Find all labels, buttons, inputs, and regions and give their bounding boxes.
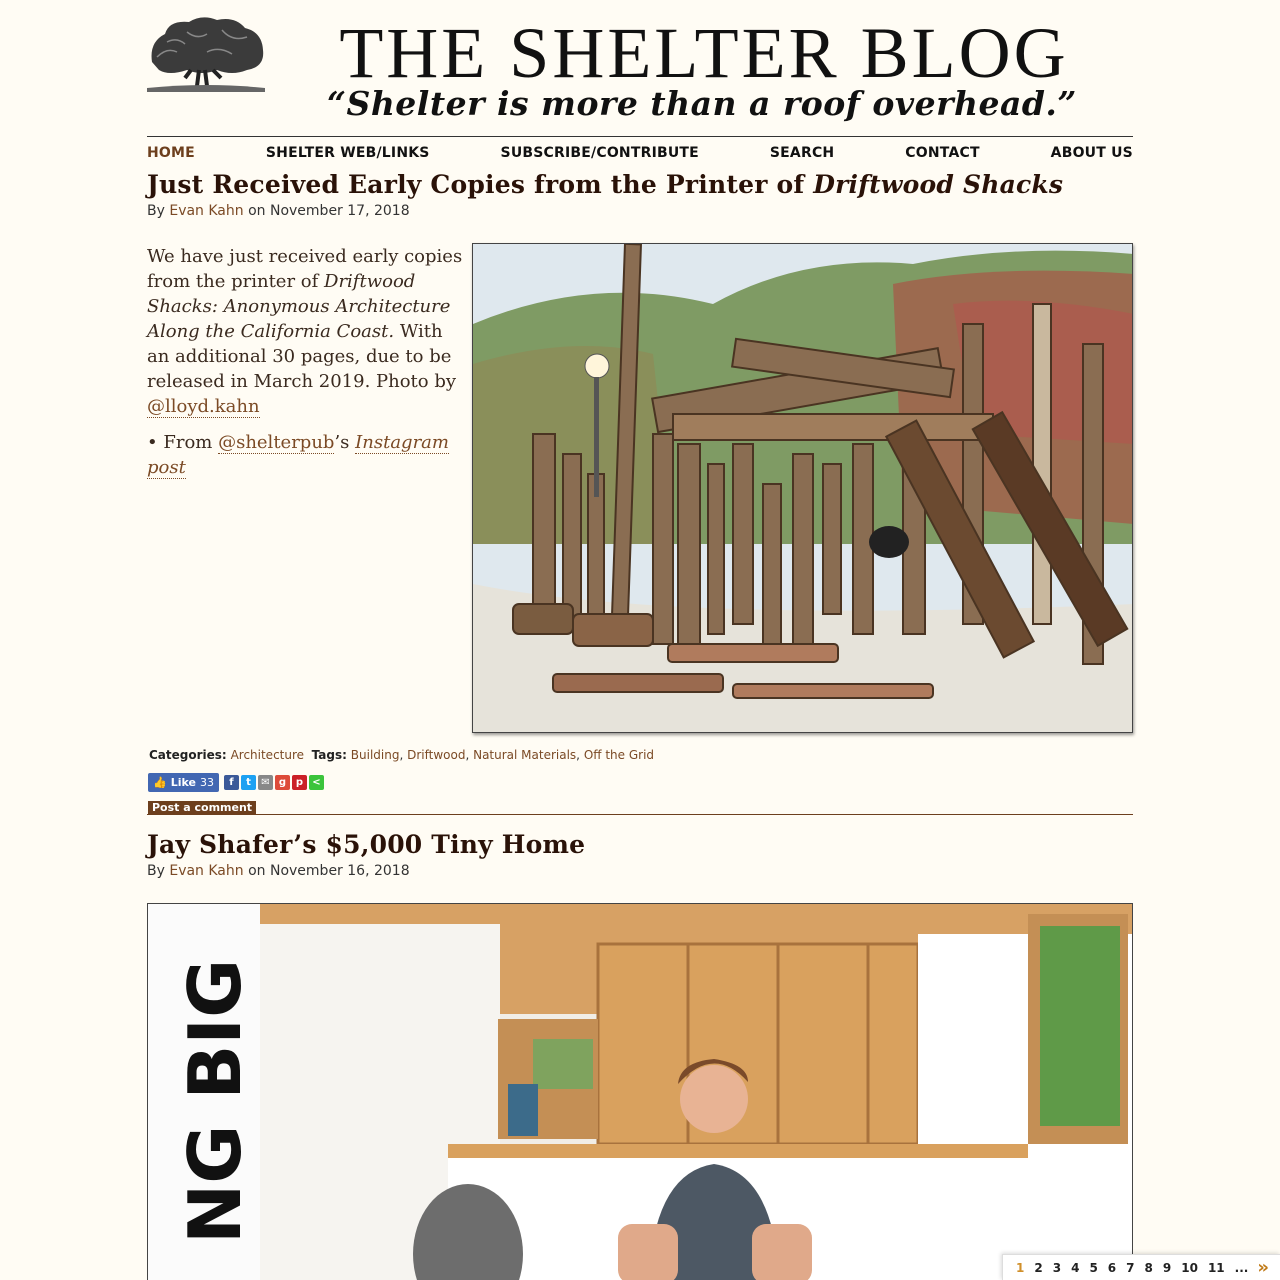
email-share-icon[interactable]: ✉: [257, 774, 273, 790]
page-link-10[interactable]: 10: [1176, 1261, 1203, 1275]
author-link[interactable]: Evan Kahn: [169, 203, 243, 219]
post-title[interactable]: Just Received Early Copies from the Prin…: [147, 170, 1133, 199]
page-wrapper: THE SHELTER BLOG “Shelter is more than a…: [147, 0, 1133, 1280]
category-architecture-link[interactable]: Architecture: [231, 748, 304, 762]
page-link-8[interactable]: 8: [1140, 1261, 1158, 1275]
thumbs-up-icon: 👍: [153, 775, 167, 789]
nav-search[interactable]: SEARCH: [770, 145, 834, 161]
tag-off-the-grid-link[interactable]: Off the Grid: [584, 748, 654, 762]
tree-logo-icon[interactable]: [147, 12, 265, 94]
post-title[interactable]: Jay Shafer’s $5,000 Tiny Home: [147, 830, 1133, 859]
site-tagline: “Shelter is more than a roof overhead.”: [327, 84, 1077, 123]
shelterpub-link[interactable]: @shelterpub: [218, 432, 335, 454]
page-link-4[interactable]: 4: [1066, 1261, 1084, 1275]
lloyd-kahn-link[interactable]: @lloyd.kahn: [147, 396, 260, 418]
driftwood-shack-image: [473, 244, 1132, 732]
like-count: 33: [199, 775, 214, 789]
post-source-bullet: • From @shelterpub’s Instagram post: [147, 432, 449, 479]
tag-natural-materials-link[interactable]: Natural Materials: [473, 748, 576, 762]
pagination: 1 2 3 4 5 6 7 8 9 10 11 ... »: [1002, 1254, 1280, 1280]
tiny-home-photo[interactable]: NG BIG: [147, 903, 1133, 1280]
post-byline: By Evan Kahn on November 17, 2018: [147, 203, 410, 219]
page-link-7[interactable]: 7: [1121, 1261, 1139, 1275]
post-taxonomy: Categories: Architecture Tags: Building,…: [149, 748, 655, 762]
page-link-9[interactable]: 9: [1158, 1261, 1176, 1275]
page-ellipsis: ...: [1234, 1260, 1249, 1275]
image-overlay-text: NG BIG: [173, 959, 257, 1244]
next-page-icon[interactable]: »: [1253, 1257, 1274, 1278]
page-link-6[interactable]: 6: [1103, 1261, 1121, 1275]
page-link-3[interactable]: 3: [1048, 1261, 1066, 1275]
tiny-home-image: NG BIG: [148, 904, 1132, 1280]
main-nav: HOME SHELTER WEB/LINKS SUBSCRIBE/CONTRIB…: [147, 136, 1133, 164]
pinterest-share-icon[interactable]: p: [291, 774, 307, 790]
share-bar: 👍 Like 33 f t ✉ g p <: [148, 772, 324, 792]
nav-contact[interactable]: CONTACT: [905, 145, 979, 161]
tag-building-link[interactable]: Building: [351, 748, 400, 762]
tag-driftwood-link[interactable]: Driftwood: [407, 748, 465, 762]
more-share-icon[interactable]: <: [308, 774, 324, 790]
author-link[interactable]: Evan Kahn: [169, 863, 243, 879]
google-plus-share-icon[interactable]: g: [274, 774, 290, 790]
page-link-11[interactable]: 11: [1203, 1261, 1230, 1275]
nav-about-us[interactable]: ABOUT US: [1051, 145, 1133, 161]
page-link-5[interactable]: 5: [1084, 1261, 1102, 1275]
page-link-1[interactable]: 1: [1011, 1261, 1029, 1275]
facebook-share-icon[interactable]: f: [223, 774, 239, 790]
driftwood-shack-photo[interactable]: [472, 243, 1133, 733]
post-body: We have just received early copies from …: [147, 246, 463, 418]
post-byline: By Evan Kahn on November 16, 2018: [147, 863, 410, 879]
twitter-share-icon[interactable]: t: [240, 774, 256, 790]
post-jay-shafer-tiny-home: Jay Shafer’s $5,000 Tiny Home By Evan Ka…: [147, 830, 1133, 1280]
post-comment-bar: Post a comment: [147, 801, 1133, 815]
page-link-2[interactable]: 2: [1029, 1261, 1047, 1275]
post-comment-button[interactable]: Post a comment: [148, 801, 257, 815]
nav-subscribe-contribute[interactable]: SUBSCRIBE/CONTRIBUTE: [501, 145, 699, 161]
nav-shelter-web-links[interactable]: SHELTER WEB/LINKS: [266, 145, 430, 161]
facebook-like-button[interactable]: 👍 Like 33: [148, 772, 219, 792]
post-driftwood-shacks: Just Received Early Copies from the Prin…: [147, 170, 1133, 733]
masthead: THE SHELTER BLOG “Shelter is more than a…: [147, 0, 1133, 136]
nav-home[interactable]: HOME: [147, 145, 195, 161]
